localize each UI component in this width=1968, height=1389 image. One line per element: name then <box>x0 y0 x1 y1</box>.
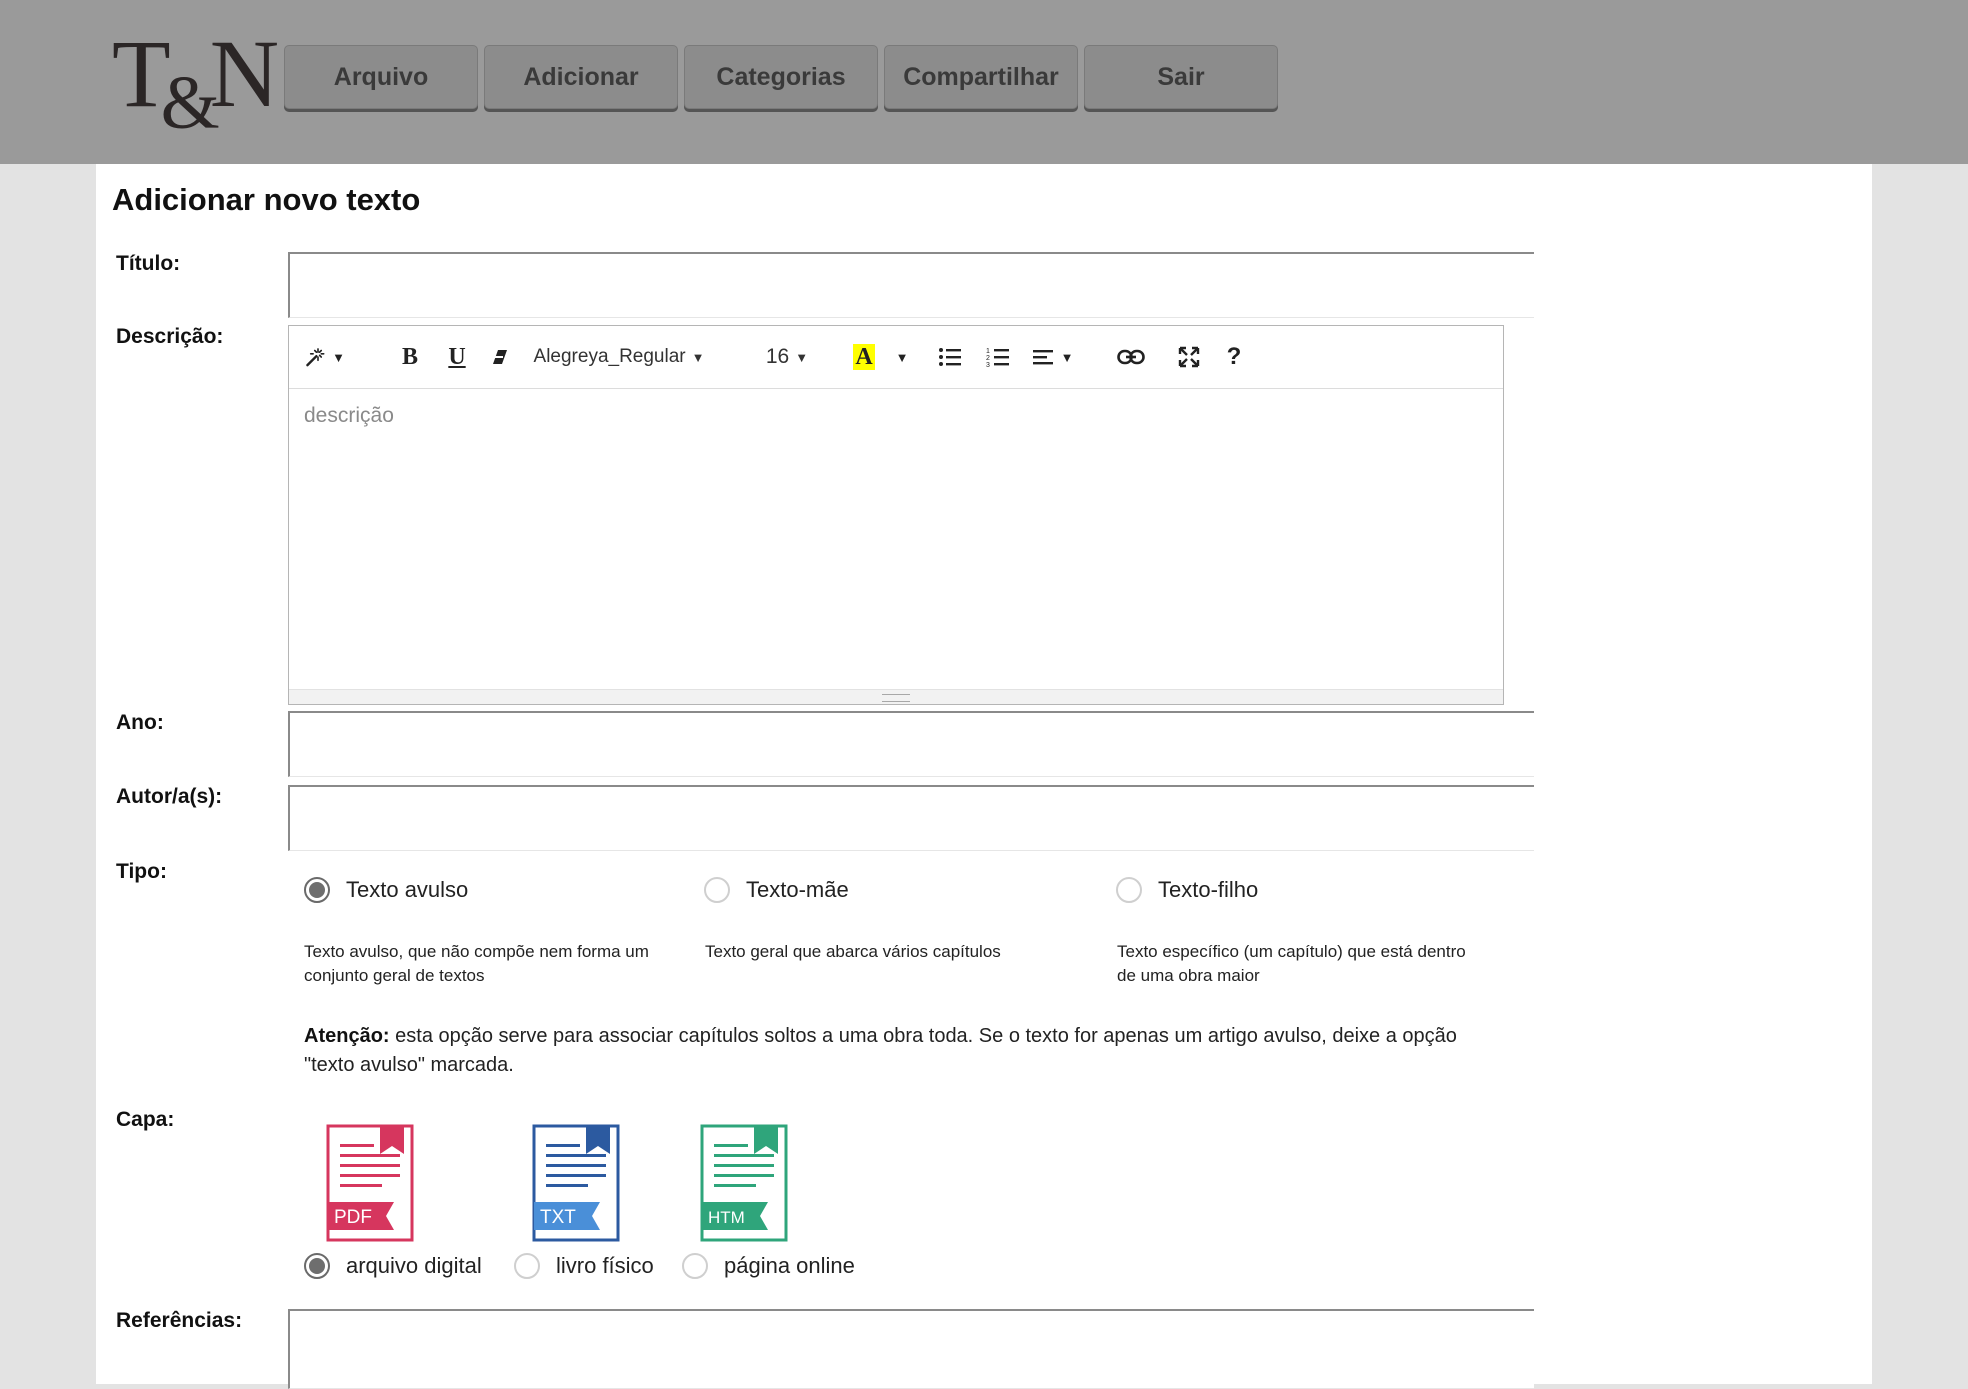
description-textarea[interactable]: descrição <box>289 388 1503 688</box>
logo-letter-t: T <box>112 20 171 127</box>
nav-compartilhar-button[interactable]: Compartilhar <box>884 45 1078 109</box>
chevron-down-icon: ▼ <box>895 349 909 365</box>
text-color-button[interactable]: A <box>849 340 879 374</box>
paragraph-align-dropdown[interactable]: ▼ <box>1029 340 1077 374</box>
titulo-input[interactable] <box>288 252 1534 318</box>
capa-radio-arquivo-digital[interactable]: arquivo digital <box>304 1253 482 1279</box>
insert-link-button[interactable] <box>1113 340 1149 374</box>
tipo-label: Tipo: <box>116 860 167 883</box>
pdf-file-icon: PDF <box>326 1124 414 1242</box>
ordered-list-button[interactable]: 123 <box>983 340 1013 374</box>
site-logo[interactable]: T&N <box>112 26 279 142</box>
resize-grip-icon[interactable] <box>882 694 910 702</box>
main-panel: Adicionar novo texto Título: Descrição: … <box>96 164 1872 1389</box>
tipo-radio-texto-filho[interactable]: Texto-filho <box>1116 877 1258 903</box>
logo-ampersand: & <box>160 61 220 145</box>
attention-label: Atenção: <box>304 1025 390 1047</box>
font-family-dropdown[interactable]: Alegreya_Regular ▼ <box>534 340 705 374</box>
radio-checked-icon[interactable] <box>304 877 330 903</box>
font-size-value: 16 <box>765 345 790 368</box>
unordered-list-icon <box>939 348 961 366</box>
radio-label: livro físico <box>556 1253 654 1278</box>
chevron-down-icon: ▼ <box>332 349 345 365</box>
font-family-value: Alegreya_Regular <box>533 346 686 367</box>
tipo-radio-texto-mae[interactable]: Texto-mãe <box>704 877 849 903</box>
attention-text: esta opção serve para associar capítulos… <box>304 1025 1457 1076</box>
svg-text:3: 3 <box>986 362 990 368</box>
fullscreen-icon <box>1178 346 1200 368</box>
editor-resize-bar[interactable] <box>289 689 1503 704</box>
nav-arquivo-button[interactable]: Arquivo <box>284 45 478 109</box>
align-left-icon <box>1032 350 1053 365</box>
radio-label: Texto-mãe <box>746 877 849 902</box>
help-icon: ? <box>1226 343 1242 370</box>
txt-label: TXT <box>540 1207 576 1228</box>
link-icon <box>1117 349 1145 365</box>
bold-icon: B <box>401 343 418 370</box>
titulo-label: Título: <box>116 252 181 275</box>
radio-label: arquivo digital <box>346 1253 482 1278</box>
texto-mae-description: Texto geral que abarca vários capítulos <box>705 942 1001 961</box>
radio-unchecked-icon[interactable] <box>1116 877 1142 903</box>
help-button[interactable]: ? <box>1219 340 1249 374</box>
pdf-label: PDF <box>334 1207 372 1228</box>
description-editor: ▼ B U Alegreya_Regular ▼ 16 ▼ A ▼ 123 ▼ … <box>288 325 1504 705</box>
radio-label: página online <box>724 1253 855 1278</box>
tipo-radio-texto-avulso[interactable]: Texto avulso <box>304 877 468 903</box>
bold-button[interactable]: B <box>395 340 425 374</box>
nav-sair-button[interactable]: Sair <box>1084 45 1278 109</box>
radio-label: Texto avulso <box>346 877 469 902</box>
chevron-down-icon: ▼ <box>1060 349 1074 365</box>
ordered-list-icon: 123 <box>986 348 1009 368</box>
radio-checked-icon[interactable] <box>304 1253 330 1279</box>
radio-unchecked-icon[interactable] <box>514 1253 540 1279</box>
chevron-down-icon: ▼ <box>795 349 809 365</box>
radio-label: Texto-filho <box>1158 877 1259 902</box>
logo-letter-n: N <box>209 20 279 127</box>
htm-label: HTM <box>708 1208 745 1227</box>
referencias-label: Referências: <box>116 1309 243 1332</box>
chevron-down-icon: ▼ <box>691 349 705 365</box>
texto-filho-description: Texto específico (um capítulo) que está … <box>1117 942 1466 985</box>
radio-unchecked-icon[interactable] <box>682 1253 708 1279</box>
eraser-icon <box>493 350 507 364</box>
nav-categorias-button[interactable]: Categorias <box>684 45 878 109</box>
capa-radio-pagina-online[interactable]: página online <box>682 1253 855 1279</box>
text-color-icon: A <box>853 344 875 370</box>
font-size-dropdown[interactable]: 16 ▼ <box>759 340 815 374</box>
magic-icon <box>306 348 325 367</box>
top-header: T&N Arquivo Adicionar Categorias Compart… <box>0 0 1968 164</box>
svg-text:1: 1 <box>986 348 990 355</box>
nav-adicionar-button[interactable]: Adicionar <box>484 45 678 109</box>
ano-input[interactable] <box>288 711 1534 777</box>
fullscreen-button[interactable] <box>1173 340 1205 374</box>
txt-file-icon: TXT <box>532 1124 620 1242</box>
page-title: Adicionar novo texto <box>112 182 421 217</box>
descricao-label: Descrição: <box>116 325 224 348</box>
underline-button[interactable]: U <box>442 340 472 374</box>
texto-avulso-description: Texto avulso, que não compõe nem forma u… <box>304 942 649 985</box>
description-placeholder: descrição <box>304 404 394 427</box>
capa-label: Capa: <box>116 1108 175 1131</box>
referencias-textarea[interactable] <box>288 1309 1534 1389</box>
main-nav: Arquivo Adicionar Categorias Compartilha… <box>284 45 1278 109</box>
ano-label: Ano: <box>116 711 164 734</box>
text-color-dropdown[interactable]: ▼ <box>889 340 909 374</box>
style-magic-button[interactable]: ▼ <box>305 340 345 374</box>
radio-unchecked-icon[interactable] <box>704 877 730 903</box>
underline-icon: U <box>448 343 466 370</box>
attention-note: Atenção: esta opção serve para associar … <box>304 1022 1504 1080</box>
autores-label: Autor/a(s): <box>116 785 223 808</box>
autores-input[interactable] <box>288 785 1534 851</box>
unordered-list-button[interactable] <box>935 340 965 374</box>
editor-toolbar: ▼ B U Alegreya_Regular ▼ 16 ▼ A ▼ 123 ▼ … <box>289 326 1503 389</box>
capa-radio-livro-fisico[interactable]: livro físico <box>514 1253 654 1279</box>
svg-text:2: 2 <box>986 355 990 362</box>
clear-format-button[interactable] <box>485 340 515 374</box>
htm-file-icon: HTM <box>700 1124 788 1242</box>
